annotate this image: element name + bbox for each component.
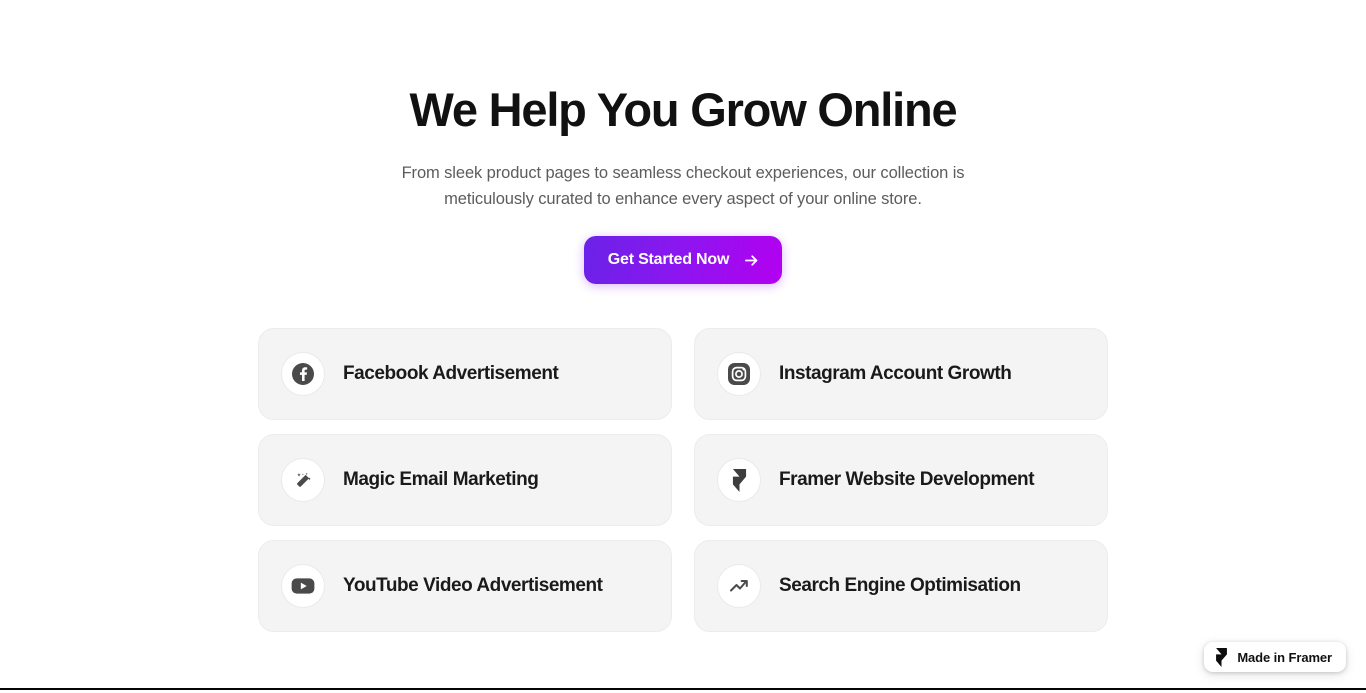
service-card-magic-email[interactable]: Magic Email Marketing: [258, 434, 672, 526]
landing-page: We Help You Grow Online From sleek produ…: [0, 0, 1366, 693]
hero-subtitle: From sleek product pages to seamless che…: [401, 164, 965, 208]
trending-up-icon: [717, 564, 761, 608]
service-card-facebook[interactable]: Facebook Advertisement: [258, 328, 672, 420]
hero-section: We Help You Grow Online From sleek produ…: [0, 0, 1366, 284]
service-label: YouTube Video Advertisement: [343, 575, 603, 596]
framer-icon: [717, 458, 761, 502]
service-card-instagram[interactable]: Instagram Account Growth: [694, 328, 1108, 420]
get-started-button[interactable]: Get Started Now: [583, 236, 783, 284]
instagram-icon: [717, 352, 761, 396]
service-card-seo[interactable]: Search Engine Optimisation: [694, 540, 1108, 632]
service-label: Framer Website Development: [779, 469, 1035, 490]
service-label: Instagram Account Growth: [779, 363, 1012, 384]
get-started-label: Get Started Now: [607, 251, 730, 268]
service-card-youtube[interactable]: YouTube Video Advertisement: [258, 540, 672, 632]
cta-container: Get Started Now: [0, 236, 1366, 284]
facebook-icon: [281, 352, 325, 396]
youtube-icon: [281, 564, 325, 608]
made-in-framer-badge[interactable]: Made in Framer: [1204, 642, 1346, 672]
service-card-framer[interactable]: Framer Website Development: [694, 434, 1108, 526]
framer-icon: [1215, 647, 1228, 667]
bottom-divider: [0, 688, 1366, 690]
made-in-framer-label: Made in Framer: [1237, 649, 1332, 665]
magic-wand-icon: [281, 458, 325, 502]
service-label: Search Engine Optimisation: [779, 575, 1021, 596]
page-title: We Help You Grow Online: [409, 83, 958, 136]
services-grid: Facebook Advertisement Instagram Account…: [258, 328, 1108, 632]
service-label: Facebook Advertisement: [343, 363, 559, 384]
arrow-right-icon: [743, 252, 760, 269]
service-label: Magic Email Marketing: [343, 469, 539, 490]
